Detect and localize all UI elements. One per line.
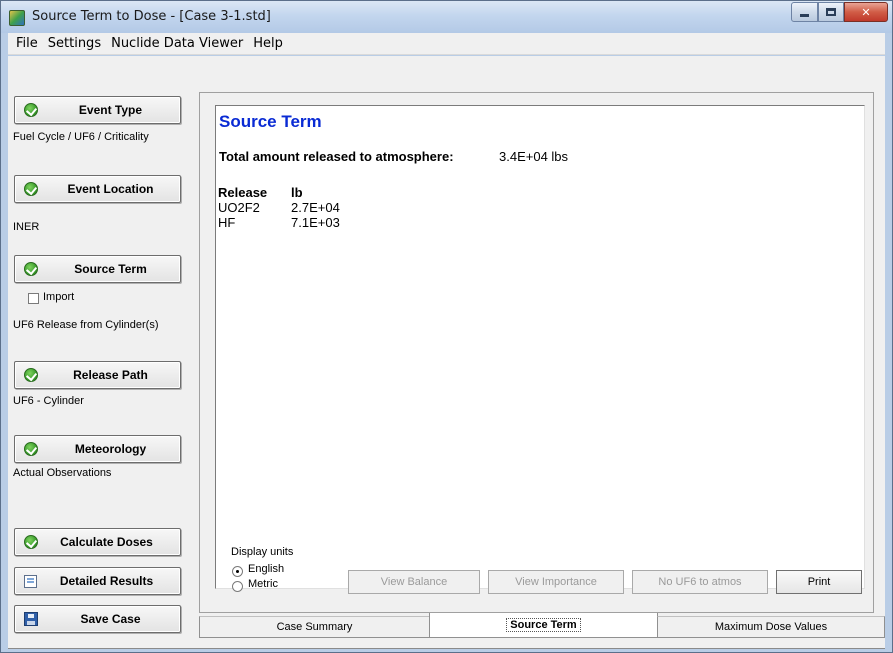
menu-nuclide-data-viewer[interactable]: Nuclide Data Viewer [107, 36, 247, 51]
meteorology-button[interactable]: Meteorology [14, 435, 181, 463]
floppy-disk-icon [24, 612, 38, 626]
release-name: UO2F2 [218, 200, 260, 215]
metric-radio-label: Metric [248, 578, 278, 590]
window-bottom-edge [8, 648, 885, 649]
tab-label: Source Term [506, 618, 581, 632]
calculate-doses-button[interactable]: Calculate Doses [14, 528, 181, 556]
calculate-doses-label: Calculate Doses [60, 535, 153, 549]
view-balance-button[interactable]: View Balance [348, 570, 480, 594]
maximize-button[interactable] [818, 2, 844, 22]
release-path-button[interactable]: Release Path [14, 361, 181, 389]
column-header-release: Release [218, 185, 268, 200]
menu-settings[interactable]: Settings [44, 36, 105, 51]
import-label: Import [43, 291, 75, 303]
event-type-label: Event Type [78, 103, 143, 117]
no-uf6-to-atmos-button[interactable]: No UF6 to atmos [632, 570, 768, 594]
maximize-icon [826, 8, 836, 16]
minimize-icon [800, 14, 809, 17]
total-released-value: 3.4E+04 lbs [499, 149, 569, 164]
menu-bar: File Settings Nuclide Data Viewer Help [8, 33, 885, 55]
event-location-label: Event Location [67, 182, 154, 196]
report-icon [24, 575, 37, 588]
release-path-description: UF6 - Cylinder [13, 395, 84, 407]
menu-file[interactable]: File [12, 36, 42, 51]
meteorology-label: Meteorology [74, 442, 147, 456]
total-released-label: Total amount released to atmosphere: [219, 149, 454, 164]
event-location-button[interactable]: Event Location [14, 175, 181, 203]
tab-label: Maximum Dose Values [714, 621, 828, 633]
tab-source-term[interactable]: Source Term [429, 613, 658, 638]
detailed-results-button[interactable]: Detailed Results [14, 567, 181, 595]
save-case-button[interactable]: Save Case [14, 605, 181, 633]
report-title: Source Term [219, 112, 322, 131]
source-term-label: Source Term [74, 262, 147, 276]
menu-help[interactable]: Help [249, 36, 287, 51]
close-button[interactable]: ✕ [844, 2, 888, 22]
minimize-button[interactable] [791, 2, 818, 22]
english-radio[interactable] [232, 566, 243, 577]
release-value: 2.7E+04 [291, 200, 340, 215]
event-type-button[interactable]: Event Type [14, 96, 181, 124]
event-location-description: INER [13, 221, 40, 233]
metric-radio[interactable] [232, 581, 243, 592]
import-checkbox[interactable] [28, 293, 39, 304]
check-icon [24, 182, 38, 196]
source-term-button[interactable]: Source Term [14, 255, 181, 283]
release-path-label: Release Path [73, 368, 148, 382]
client-area: Event Type Fuel Cycle / UF6 / Criticalit… [8, 56, 885, 648]
check-icon [24, 103, 38, 117]
title-bar[interactable]: Source Term to Dose - [Case 3-1.std] ✕ [1, 1, 892, 33]
app-icon [9, 10, 25, 26]
tab-label: Case Summary [276, 621, 353, 633]
check-icon [24, 368, 38, 382]
window-title: Source Term to Dose - [Case 3-1.std] [32, 9, 271, 24]
release-name: HF [218, 215, 236, 230]
check-icon [24, 442, 38, 456]
event-type-description: Fuel Cycle / UF6 / Criticality [13, 131, 149, 143]
view-importance-button[interactable]: View Importance [488, 570, 624, 594]
tab-case-summary[interactable]: Case Summary [199, 616, 430, 638]
meteorology-description: Actual Observations [13, 467, 112, 479]
check-icon [24, 535, 38, 549]
print-button[interactable]: Print [776, 570, 862, 594]
detailed-results-label: Detailed Results [59, 574, 154, 588]
display-units-label: Display units [231, 546, 294, 558]
app-window: Source Term to Dose - [Case 3-1.std] ✕ F… [0, 0, 893, 653]
release-value: 7.1E+03 [291, 215, 340, 230]
close-icon: ✕ [861, 6, 871, 19]
tab-maximum-dose-values[interactable]: Maximum Dose Values [657, 616, 885, 638]
check-icon [24, 262, 38, 276]
source-term-description: UF6 Release from Cylinder(s) [13, 319, 159, 331]
english-radio-label: English [248, 563, 285, 575]
column-header-lb: lb [291, 185, 303, 200]
report-view[interactable]: Source Term Total amount released to atm… [215, 105, 865, 589]
save-case-label: Save Case [80, 612, 141, 626]
